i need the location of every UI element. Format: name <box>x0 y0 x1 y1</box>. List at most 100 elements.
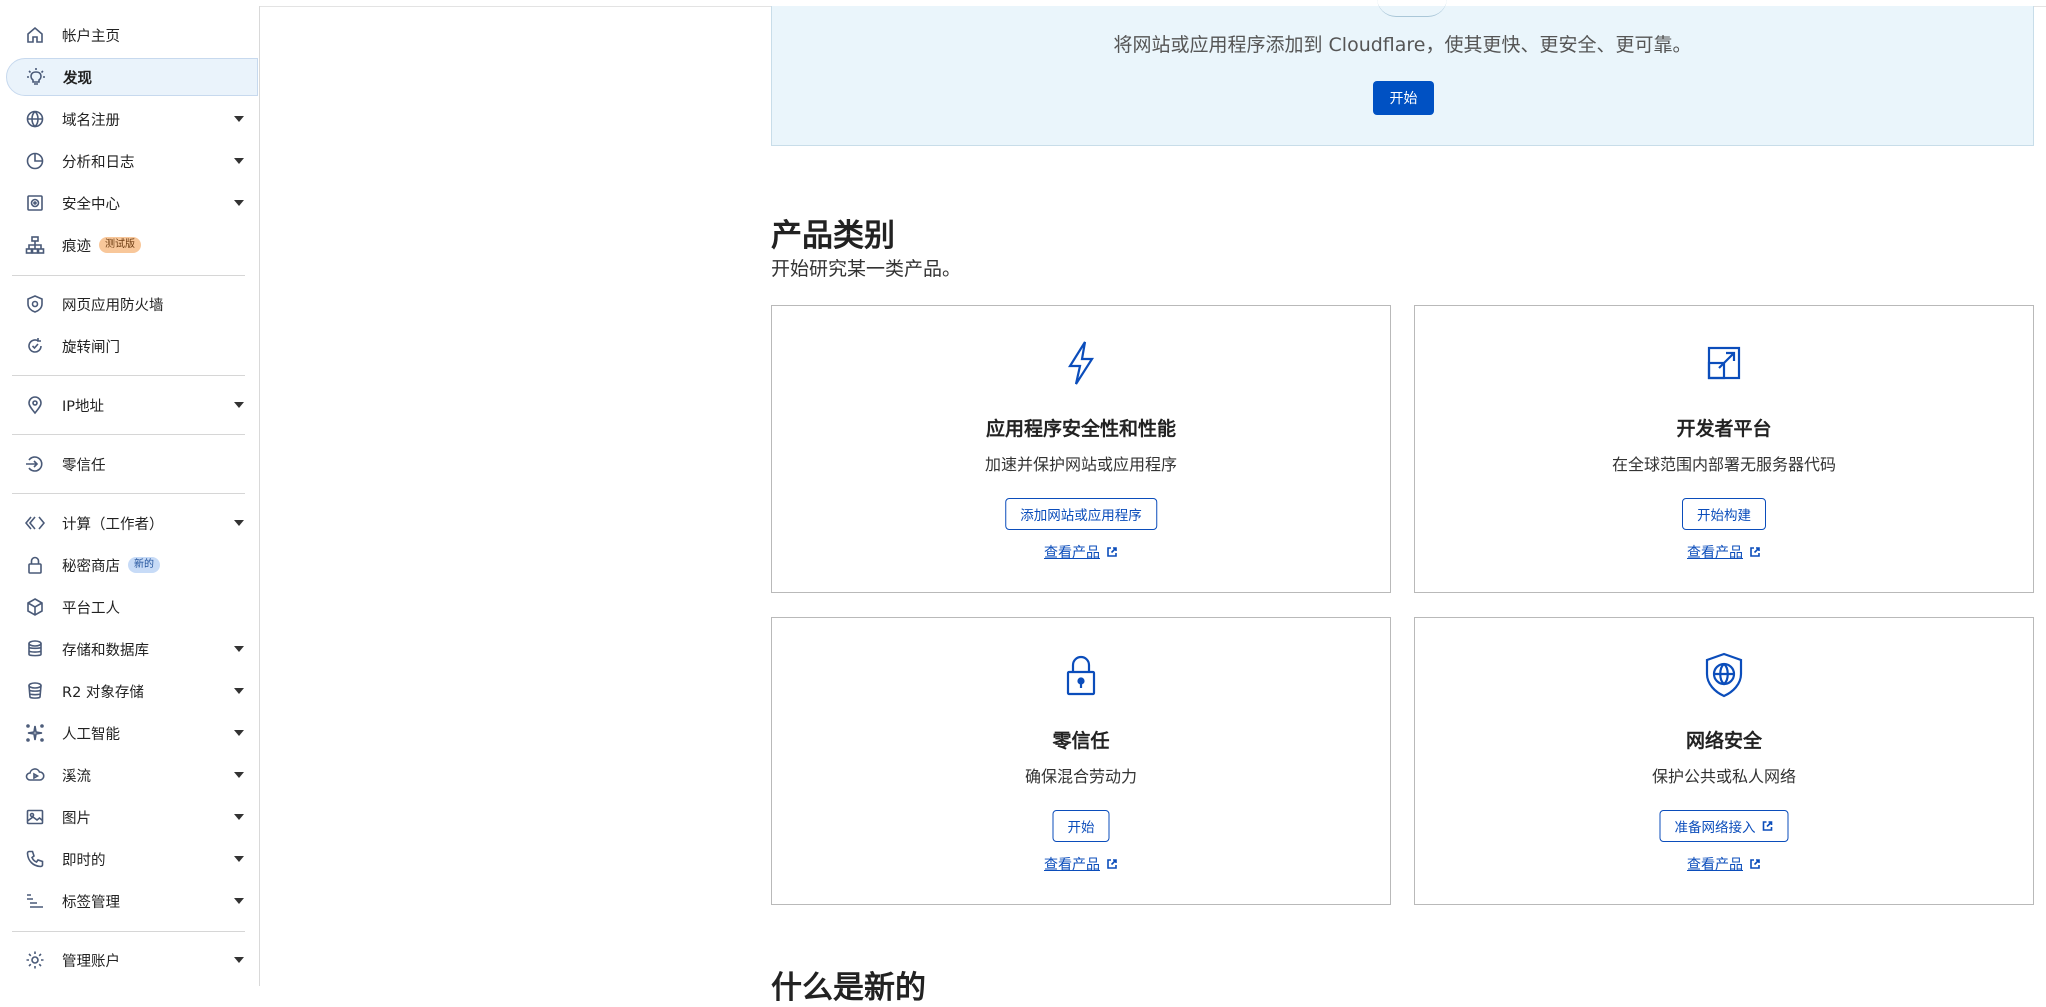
card-title: 网络安全 <box>1685 730 1762 752</box>
sidebar-item-label: IP地址 <box>62 398 105 415</box>
card-description: 在全球范围内部署无服务器代码 <box>1611 455 1836 474</box>
developer-platform-icon <box>1699 338 1749 388</box>
chevron-down-icon[interactable] <box>234 772 244 778</box>
phone-icon <box>24 848 46 870</box>
card-title: 零信任 <box>1052 730 1110 752</box>
cube-icon <box>24 596 46 618</box>
chevron-down-icon[interactable] <box>234 814 244 820</box>
lock-icon <box>24 554 46 576</box>
banner-illustration <box>1377 0 1447 17</box>
sidebar-item-discover[interactable]: 发现 <box>6 58 258 96</box>
sidebar-item-label: 标签管理 <box>62 894 120 911</box>
external-link-icon <box>1750 859 1760 869</box>
sidebar-divider <box>12 931 245 932</box>
sidebar-item-label: 计算（工作者） <box>62 516 164 533</box>
card-description: 加速并保护网站或应用程序 <box>984 455 1177 474</box>
globe-shield-icon <box>1699 650 1749 700</box>
sidebar-item-workers-for-platforms[interactable]: 平台工人 <box>6 588 258 626</box>
view-products-link[interactable]: 查看产品 <box>1415 542 2033 562</box>
sidebar-item-waf[interactable]: 网页应用防火墙 <box>6 285 258 323</box>
sidebar-item-manage-account[interactable]: 管理账户 <box>6 941 258 979</box>
banner-text: 将网站或应用程序添加到 Cloudflare，使其更快、更安全、更可靠。 <box>1113 34 1692 56</box>
view-products-link[interactable]: 查看产品 <box>772 854 1390 874</box>
start-building-button[interactable]: 开始构建 <box>1682 498 1766 530</box>
card-description: 确保混合劳动力 <box>1024 767 1137 786</box>
card-title: 开发者平台 <box>1676 418 1772 440</box>
sidebar-item-images[interactable]: 图片 <box>6 798 258 836</box>
whats-new-title: 什么是新的 <box>771 970 926 1006</box>
sidebar-item-secrets-store[interactable]: 秘密商店 新的 <box>6 546 258 584</box>
lightning-icon <box>1056 338 1106 388</box>
chevron-down-icon[interactable] <box>234 520 244 526</box>
chevron-down-icon[interactable] <box>234 402 244 408</box>
card-title: 应用程序安全性和性能 <box>985 418 1176 440</box>
sidebar-item-workers[interactable]: 计算（工作者） <box>6 504 258 542</box>
sidebar-item-account-home[interactable]: 帐户主页 <box>6 16 258 54</box>
sidebar-item-stream[interactable]: 溪流 <box>6 756 258 794</box>
image-icon <box>24 806 46 828</box>
chevron-down-icon[interactable] <box>234 856 244 862</box>
category-card-app-security: 应用程序安全性和性能 加速并保护网站或应用程序 添加网站或应用程序 查看产品 <box>771 305 1391 593</box>
chevron-down-icon[interactable] <box>234 688 244 694</box>
sidebar-item-label: 溪流 <box>62 768 91 785</box>
sidebar-item-label: 帐户主页 <box>62 28 120 45</box>
chevron-down-icon[interactable] <box>234 158 244 164</box>
database-icon <box>24 638 46 660</box>
category-card-network-security: 网络安全 保护公共或私人网络 准备网络接入 查看产品 <box>1414 617 2034 905</box>
sidebar-item-ai[interactable]: 人工智能 <box>6 714 258 752</box>
chevron-down-icon[interactable] <box>234 957 244 963</box>
sidebar-item-traces[interactable]: 痕迹 测试版 <box>6 226 258 264</box>
category-card-zero-trust: 零信任 确保混合劳动力 开始 查看产品 <box>771 617 1391 905</box>
sidebar-item-security-center[interactable]: 安全中心 <box>6 184 258 222</box>
chevron-down-icon[interactable] <box>234 730 244 736</box>
sidebar-item-r2[interactable]: R2 对象存储 <box>6 672 258 710</box>
sidebar-item-label: 图片 <box>62 810 91 827</box>
chevron-down-icon[interactable] <box>234 116 244 122</box>
sidebar-item-ip-addresses[interactable]: IP地址 <box>6 386 258 424</box>
prepare-network-access-button[interactable]: 准备网络接入 <box>1659 810 1789 842</box>
shield-icon <box>24 293 46 315</box>
sidebar-item-label: 即时的 <box>62 852 106 869</box>
sidebar-item-label: 痕迹 <box>62 238 91 255</box>
pie-chart-icon <box>24 150 46 172</box>
sidebar-item-label: 发现 <box>63 70 92 87</box>
sidebar-item-label: 平台工人 <box>62 600 120 617</box>
sidebar-item-label: 存储和数据库 <box>62 642 149 659</box>
sidebar-item-label: 域名注册 <box>62 112 120 129</box>
card-description: 保护公共或私人网络 <box>1651 767 1796 786</box>
chevron-down-icon[interactable] <box>234 646 244 652</box>
sidebar-item-turnstile[interactable]: 旋转闸门 <box>6 327 258 365</box>
sidebar-item-label: R2 对象存储 <box>62 684 144 701</box>
external-link-icon <box>1107 859 1117 869</box>
external-link-icon <box>1750 547 1760 557</box>
view-products-link[interactable]: 查看产品 <box>1415 854 2033 874</box>
home-icon <box>24 24 46 46</box>
sidebar-item-label: 秘密商店 <box>62 558 120 575</box>
start-button[interactable]: 开始 <box>1052 810 1110 842</box>
bucket-icon <box>24 680 46 702</box>
zero-trust-icon <box>24 453 46 475</box>
sidebar-item-domain-registration[interactable]: 域名注册 <box>6 100 258 138</box>
tag-list-icon <box>24 890 46 912</box>
get-started-button[interactable]: 开始 <box>1373 81 1434 115</box>
view-products-link[interactable]: 查看产品 <box>772 542 1390 562</box>
ai-sparkle-icon <box>24 722 46 744</box>
sidebar-item-storage-databases[interactable]: 存储和数据库 <box>6 630 258 668</box>
sidebar-item-label: 旋转闸门 <box>62 339 120 356</box>
gear-icon <box>24 949 46 971</box>
sidebar-item-zero-trust[interactable]: 零信任 <box>6 445 258 483</box>
sidebar: 帐户主页 发现 域名注册 分析和日志 安全中心 痕迹 测试版 网页应用防火墙 旋… <box>0 6 260 986</box>
chevron-down-icon[interactable] <box>234 200 244 206</box>
section-title: 产品类别 <box>771 218 895 254</box>
add-site-button[interactable]: 添加网站或应用程序 <box>1005 498 1157 530</box>
sidebar-item-label: 管理账户 <box>62 953 120 970</box>
section-subtitle: 开始研究某一类产品。 <box>771 258 962 280</box>
sidebar-item-label: 人工智能 <box>62 726 120 743</box>
sidebar-divider <box>12 493 245 494</box>
chevron-down-icon[interactable] <box>234 898 244 904</box>
sidebar-item-realtime[interactable]: 即时的 <box>6 840 258 878</box>
sidebar-item-analytics-logs[interactable]: 分析和日志 <box>6 142 258 180</box>
workers-icon <box>24 512 46 534</box>
sidebar-item-tag-management[interactable]: 标签管理 <box>6 882 258 920</box>
padlock-icon <box>1056 650 1106 700</box>
